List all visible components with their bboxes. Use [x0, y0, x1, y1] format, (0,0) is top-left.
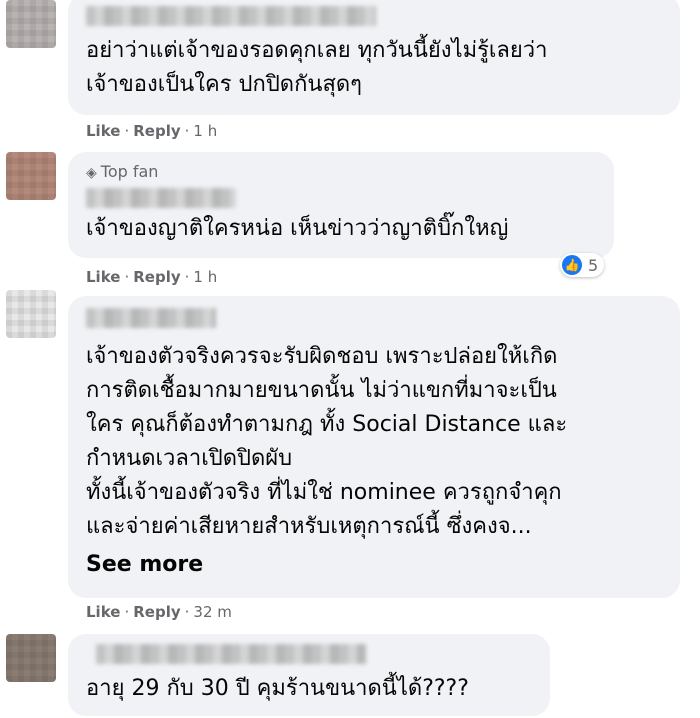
author-name-blurred[interactable] [96, 644, 366, 664]
timestamp[interactable]: 32 m [193, 603, 231, 621]
separator: · [184, 122, 190, 140]
comment-actions: Like · Reply · 1 h [86, 122, 217, 140]
comment-text-line: เจ้าของตัวจริงควรจะรับผิดชอบ เพราะปล่อยใ… [86, 344, 558, 369]
reply-link[interactable]: Reply [133, 603, 180, 621]
comment-text-line: เจ้าของเป็นใคร ปกปิดกันสุดๆ [86, 72, 362, 97]
reaction-count: 5 [588, 255, 599, 275]
comment-actions: Like · Reply · 32 m [86, 603, 232, 621]
separator: · [124, 122, 130, 140]
thumbs-up-icon: 👍 [562, 255, 582, 275]
comment-text-line: อย่าว่าแต่เจ้าของรอดคุกเลย ทุกวันนี้ยังไ… [86, 38, 548, 63]
comment-text-line: ใคร คุณก็ต้องทำตามกฎ ทั้ง Social Distanc… [86, 412, 568, 437]
comment-text-line: อายุ 29 กับ 30 ปี คุมร้านขนาดนี้ได้???? [86, 676, 469, 701]
comment-text-line: ทั้งนี้เจ้าของตัวจริง ที่ไม่ใช่ nominee … [86, 480, 562, 505]
comment-actions: Like · Reply · 1 h [86, 268, 217, 286]
separator: · [124, 603, 130, 621]
like-link[interactable]: Like [86, 122, 120, 140]
author-name-blurred[interactable] [86, 308, 216, 328]
author-name-blurred[interactable] [86, 6, 376, 26]
comment-bubble: ◈ Top fan เจ้าของญาติใครหน่อ เห็นข่าวว่าญ… [68, 152, 614, 258]
comment-text-line: กำหนดเวลาเปิดปิดผับ [86, 446, 293, 471]
comment-text-line: และจ่ายค่าเสียหายสำหรับเหตุการณ์นี้ ซึ่ง… [86, 514, 532, 539]
comment-bubble: อายุ 29 กับ 30 ปี คุมร้านขนาดนี้ได้???? [68, 634, 550, 716]
timestamp[interactable]: 1 h [193, 268, 217, 286]
diamond-icon: ◈ [86, 165, 97, 181]
comment-bubble: อย่าว่าแต่เจ้าของรอดคุกเลย ทุกวันนี้ยังไ… [68, 0, 680, 115]
avatar[interactable] [6, 290, 56, 338]
timestamp[interactable]: 1 h [193, 122, 217, 140]
separator: · [184, 603, 190, 621]
see-more-link[interactable]: See more [86, 552, 203, 577]
avatar[interactable] [6, 0, 56, 48]
top-fan-label: Top fan [100, 162, 159, 181]
like-link[interactable]: Like [86, 603, 120, 621]
top-fan-badge: ◈ Top fan [86, 162, 158, 181]
separator: · [184, 268, 190, 286]
reply-link[interactable]: Reply [133, 268, 180, 286]
reply-link[interactable]: Reply [133, 122, 180, 140]
comment-bubble: เจ้าของตัวจริงควรจะรับผิดชอบ เพราะปล่อยใ… [68, 296, 680, 598]
comment-text-line: การติดเชื้อมากมายขนาดนั้น ไม่ว่าแขกที่มา… [86, 378, 557, 403]
like-link[interactable]: Like [86, 268, 120, 286]
avatar[interactable] [6, 634, 56, 682]
avatar[interactable] [6, 152, 56, 200]
separator: · [124, 268, 130, 286]
reaction-summary[interactable]: 👍 5 [560, 253, 605, 277]
comment-text-line: เจ้าของญาติใครหน่อ เห็นข่าวว่าญาติบิ๊กให… [86, 216, 509, 241]
author-name-blurred[interactable] [86, 188, 236, 208]
